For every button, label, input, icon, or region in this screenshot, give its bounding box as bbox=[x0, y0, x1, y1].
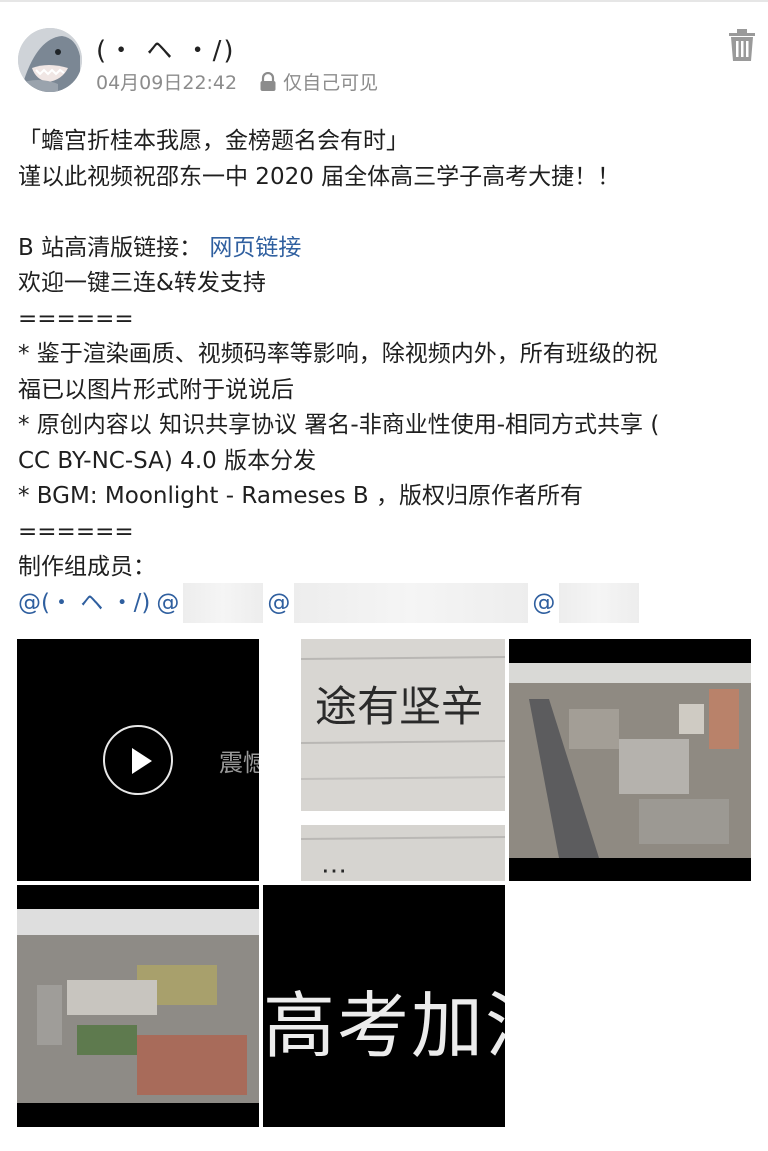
mention[interactable]: @(・ ヘ ・/) bbox=[18, 586, 150, 622]
post-line: * 鉴于渲染画质、视频码率等影响，除视频内外，所有班级的祝 bbox=[18, 341, 658, 367]
post-line: * 原创内容以 知识共享协议 署名-非商业性使用-相同方式共享 ( bbox=[18, 412, 660, 438]
post-line: 欢迎一键三连&转发支持 bbox=[18, 270, 266, 296]
post-line: 福已以图片形式附于说说后 bbox=[18, 376, 294, 403]
post-line: 谨以此视频祝邵东一中 2020 届全体高三学子高考大捷！！ bbox=[18, 163, 621, 190]
link-line: B 站高清版链接： 网页链接 bbox=[18, 231, 754, 267]
post-date: 04月09日22:42 bbox=[96, 72, 238, 94]
post-line: * BGM: Moonlight - Rameses B ，版权归原作者所有 bbox=[18, 483, 584, 509]
mentions-row: @(・ ヘ ・/) @ @ @ bbox=[18, 583, 754, 624]
privacy-label: 仅自己可见 bbox=[283, 72, 379, 94]
link-prefix: B 站高清版链接： bbox=[18, 234, 203, 261]
post-line: CC BY-NC-SA) 4.0 版本分发 bbox=[18, 447, 317, 474]
video-tile[interactable]: 震憾 bbox=[17, 639, 259, 881]
divider-text: ====== bbox=[18, 305, 134, 332]
redacted-mention bbox=[294, 583, 529, 624]
aerial-photo-school[interactable] bbox=[17, 885, 259, 1127]
handwriting-photo[interactable]: 途有坚辛 ⋯ bbox=[301, 639, 505, 881]
banner-tile[interactable]: 高考加油 bbox=[263, 885, 505, 1127]
aerial-photo-city[interactable] bbox=[509, 639, 751, 881]
author-name[interactable]: (・ ヘ ・/) bbox=[96, 30, 236, 67]
post-content: 「蟾宫折桂本我愿，金榜题名会有时」 谨以此视频祝邵东一中 2020 届全体高三学… bbox=[18, 124, 754, 624]
post-line: 「蟾宫折桂本我愿，金榜题名会有时」 bbox=[18, 128, 409, 154]
avatar[interactable] bbox=[18, 28, 82, 92]
svg-text:⋯: ⋯ bbox=[321, 856, 347, 881]
redacted-mention bbox=[559, 583, 640, 624]
web-link[interactable]: 网页链接 bbox=[209, 235, 301, 261]
handwriting-text: 途有坚辛 bbox=[315, 682, 483, 731]
video-caption: 震憾 bbox=[219, 749, 259, 777]
mention[interactable]: @ bbox=[156, 586, 179, 622]
post-line: 制作组成员： bbox=[18, 554, 156, 580]
post-meta: 04月09日22:42 仅自己可见 bbox=[96, 68, 378, 95]
banner-text: 高考加油 bbox=[263, 984, 505, 1068]
mention[interactable]: @ bbox=[267, 586, 290, 622]
divider-text: ====== bbox=[18, 518, 134, 545]
trash-icon[interactable] bbox=[727, 28, 757, 62]
redacted-mention bbox=[183, 583, 264, 624]
post-header: (・ ヘ ・/) 04月09日22:42 仅自己可见 bbox=[0, 0, 768, 110]
mention[interactable]: @ bbox=[532, 586, 555, 622]
lock-icon bbox=[259, 71, 277, 92]
play-icon[interactable] bbox=[103, 725, 173, 795]
